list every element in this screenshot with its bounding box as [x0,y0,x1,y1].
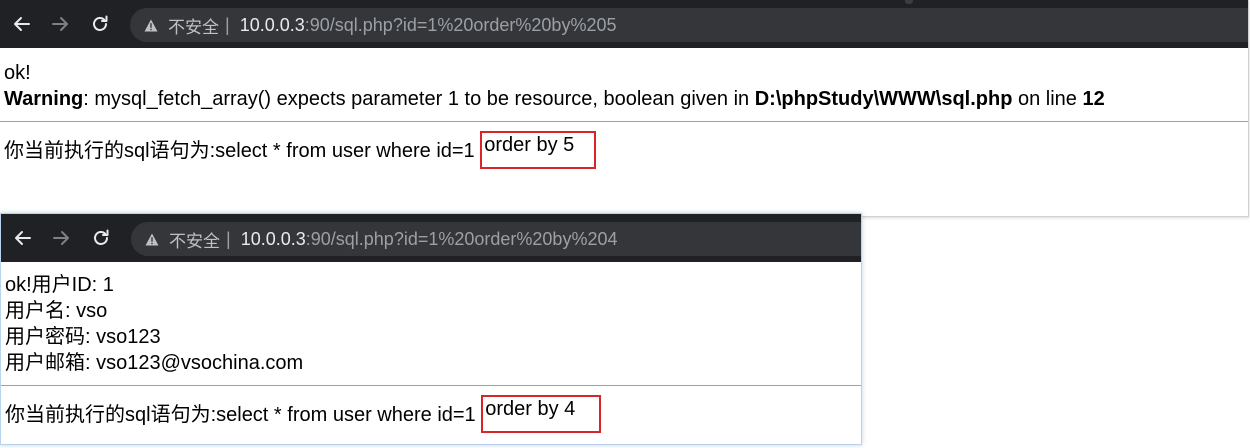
back-button[interactable] [4,0,40,48]
user-id-line: ok!用户ID: 1 [5,274,114,296]
reload-icon [93,15,108,31]
warning-triangle-icon[interactable] [145,232,159,246]
forward-arrow-icon [53,231,69,245]
forward-button[interactable] [42,0,78,48]
address-bar[interactable]: 不安全 | 10.0.0.3:90/sql.php?id=1%20order%2… [131,222,861,256]
back-arrow-icon [15,231,31,245]
reload-icon [94,229,109,245]
sql-query-prefix: 你当前执行的sql语句为:select * from user where id… [4,140,481,162]
page-content: ok!用户ID: 1 用户名: vso 用户密码: vso123 用户邮箱: v… [5,272,861,376]
highlighted-order-by: order by 5 [480,131,597,169]
horizontal-rule [1,385,861,386]
reload-button[interactable] [82,0,118,48]
horizontal-rule [0,121,1248,122]
forward-button[interactable] [43,214,79,262]
username-line: 用户名: vso [5,300,108,322]
back-arrow-icon [14,17,30,31]
sql-query-prefix: 你当前执行的sql语句为:select * from user where id… [5,404,482,426]
url-path[interactable]: :90/sql.php?id=1%20order%20by%204 [306,229,618,250]
forward-arrow-icon [52,17,68,31]
url-host[interactable]: 10.0.0.3 [241,229,306,250]
highlighted-order-by: order by 4 [481,395,602,433]
warning-file: D:\phpStudy\WWW\sql.php [754,88,1013,110]
password-line: 用户密码: vso123 [5,326,161,348]
url-separator: | [226,228,231,249]
email-line: 用户邮箱: vso123@vsochina.com [5,352,304,374]
warning-line-number: 12 [1082,88,1105,110]
warning-online: on line [1012,88,1083,110]
address-bar[interactable]: 不安全 | 10.0.0.3:90/sql.php?id=1%20order%2… [130,8,1248,42]
browser-toolbar: 不安全 | 10.0.0.3:90/sql.php?id=1%20order%2… [0,0,1248,48]
sql-query-text: 你当前执行的sql语句为:select * from user where id… [4,131,597,169]
warning-message: : mysql_fetch_array() expects parameter … [83,88,755,110]
security-label[interactable]: 不安全 [169,227,220,252]
reload-button[interactable] [83,214,119,262]
browser-window-top: 不安全 | 10.0.0.3:90/sql.php?id=1%20order%2… [0,0,1249,217]
php-warning: Warning: mysql_fetch_array() expects par… [4,86,1248,112]
ok-text: ok! [4,62,31,84]
warning-label: Warning [4,88,84,110]
browser-toolbar: 不安全 | 10.0.0.3:90/sql.php?id=1%20order%2… [1,214,861,262]
security-label[interactable]: 不安全 [168,13,219,38]
sql-query-text: 你当前执行的sql语句为:select * from user where id… [5,395,602,433]
browser-window-bottom: 不安全 | 10.0.0.3:90/sql.php?id=1%20order%2… [0,213,862,445]
warning-triangle-icon[interactable] [144,18,158,32]
back-button[interactable] [5,214,41,262]
url-path[interactable]: :90/sql.php?id=1%20order%20by%205 [305,15,617,36]
page-content: ok! Warning: mysql_fetch_array() expects… [4,60,1248,112]
url-host[interactable]: 10.0.0.3 [240,15,305,36]
background [860,216,1250,448]
tab-edge [905,0,913,4]
url-separator: | [225,14,230,35]
